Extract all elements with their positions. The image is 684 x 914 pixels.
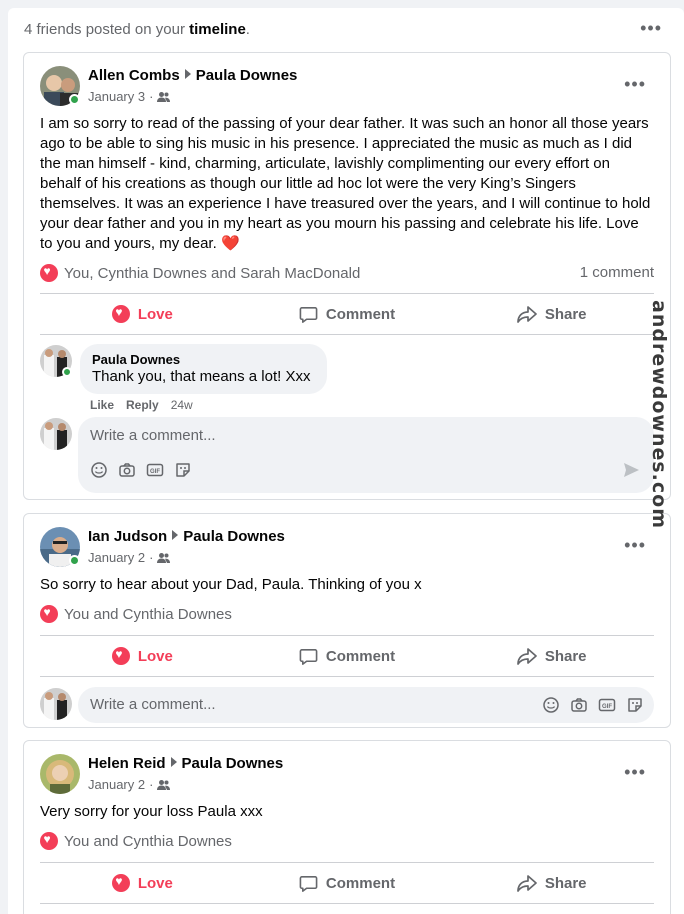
divider: [40, 862, 654, 863]
online-status-icon: [69, 94, 80, 105]
send-icon[interactable]: [622, 461, 640, 479]
comment-reply-link[interactable]: Reply: [126, 398, 159, 412]
svg-text:GIF: GIF: [150, 469, 160, 475]
reaction-summary[interactable]: You, Cynthia Downes and Sarah MacDonald: [40, 264, 360, 282]
comment-author[interactable]: Paula Downes: [92, 352, 315, 367]
post-card: Ian Judson Paula Downes January 2 · ••• So…: [23, 513, 671, 728]
summary-more-icon[interactable]: •••: [640, 18, 662, 39]
love-reaction-icon: [40, 832, 58, 850]
post-date[interactable]: January 2: [88, 550, 145, 565]
my-avatar[interactable]: [40, 688, 72, 720]
friends-icon: [157, 92, 171, 102]
post-text: So sorry to hear about your Dad, Paula. …: [40, 576, 422, 593]
post-more-icon[interactable]: •••: [624, 535, 646, 556]
gif-icon[interactable]: GIF: [598, 696, 616, 714]
comment-input[interactable]: Write a comment...: [90, 696, 216, 713]
share-button[interactable]: Share: [449, 296, 654, 332]
svg-text:GIF: GIF: [602, 704, 612, 710]
love-reaction-icon: [40, 605, 58, 623]
camera-icon[interactable]: [118, 461, 136, 479]
share-icon: [516, 875, 537, 892]
gif-icon[interactable]: GIF: [146, 461, 164, 479]
target-name[interactable]: Paula Downes: [182, 755, 284, 772]
comment-time[interactable]: 24w: [171, 398, 193, 412]
friends-icon: [157, 780, 171, 790]
comment-meta: Like Reply 24w: [90, 398, 205, 412]
target-name[interactable]: Paula Downes: [196, 67, 298, 84]
my-avatar[interactable]: [40, 418, 72, 450]
share-icon: [516, 648, 537, 665]
love-button[interactable]: Love: [40, 638, 245, 674]
reaction-summary[interactable]: You and Cynthia Downes: [40, 832, 232, 850]
author-name[interactable]: Allen Combs: [88, 67, 180, 84]
avatar[interactable]: [40, 754, 80, 794]
post-header: Helen Reid Paula Downes: [88, 755, 283, 772]
comment-count[interactable]: 1 comment: [580, 264, 654, 281]
camera-icon[interactable]: [570, 696, 588, 714]
comment-button[interactable]: Comment: [245, 638, 450, 674]
red-heart-emoji: ❤️: [220, 235, 240, 252]
arrow-right-icon: [172, 530, 179, 540]
timeline-summary: 4 friends posted on your timeline.: [24, 21, 250, 38]
love-button[interactable]: Love: [40, 296, 245, 332]
share-button[interactable]: Share: [449, 638, 654, 674]
sticker-icon[interactable]: [174, 461, 192, 479]
sticker-icon[interactable]: [626, 696, 644, 714]
post-more-icon[interactable]: •••: [624, 762, 646, 783]
timeline-summary-card: 4 friends posted on your timeline. ••• A…: [8, 8, 684, 914]
comment-text: Thank you, that means a lot! Xxx: [92, 368, 311, 385]
friends-icon: [157, 553, 171, 563]
author-name[interactable]: Ian Judson: [88, 528, 167, 545]
post-card: Allen Combs Paula Downes January 3 · ••• I…: [23, 52, 671, 500]
divider: [40, 635, 654, 636]
divider: [40, 903, 654, 904]
share-button[interactable]: Share: [449, 865, 654, 901]
post-card: Helen Reid Paula Downes January 2 · ••• Ve…: [23, 740, 671, 914]
timeline-link[interactable]: timeline: [189, 21, 246, 38]
comment-icon: [299, 875, 318, 892]
action-bar: Love Comment Share: [40, 638, 654, 674]
target-name[interactable]: Paula Downes: [183, 528, 285, 545]
post-header: Ian Judson Paula Downes: [88, 528, 285, 545]
comment-input[interactable]: Write a comment...: [90, 427, 216, 444]
love-icon: [111, 874, 130, 892]
love-icon: [111, 305, 130, 323]
action-bar: Love Comment Share: [40, 296, 654, 332]
comment-button[interactable]: Comment: [245, 296, 450, 332]
comment-icon: [299, 648, 318, 665]
comment-button[interactable]: Comment: [245, 865, 450, 901]
comment-composer[interactable]: Write a comment... GIF: [78, 417, 654, 493]
divider: [40, 293, 654, 294]
watermark: andrewdownes.com: [648, 300, 670, 530]
post-meta: January 2 ·: [88, 550, 171, 565]
action-bar: Love Comment Share: [40, 865, 654, 901]
arrow-right-icon: [170, 757, 177, 767]
post-more-icon[interactable]: •••: [624, 74, 646, 95]
post-meta: January 3 ·: [88, 89, 171, 104]
post-text: I am so sorry to read of the passing of …: [40, 115, 651, 252]
post-meta: January 2 ·: [88, 777, 171, 792]
love-reaction-icon: [40, 264, 58, 282]
divider: [40, 334, 654, 335]
love-button[interactable]: Love: [40, 865, 245, 901]
online-status-icon: [69, 555, 80, 566]
post-header: Allen Combs Paula Downes: [88, 67, 297, 84]
comment-icon: [299, 306, 318, 323]
online-status-icon: [62, 367, 72, 377]
post-text: Very sorry for your loss Paula xxx: [40, 803, 263, 820]
arrow-right-icon: [184, 69, 191, 79]
comment-like-link[interactable]: Like: [90, 398, 114, 412]
emoji-icon[interactable]: [542, 696, 560, 714]
comment-bubble: Paula Downes Thank you, that means a lot…: [80, 344, 327, 394]
love-icon: [111, 647, 130, 665]
comment-composer[interactable]: Write a comment... GIF: [78, 687, 654, 723]
divider: [40, 676, 654, 677]
post-date[interactable]: January 3: [88, 89, 145, 104]
share-icon: [516, 306, 537, 323]
emoji-icon[interactable]: [90, 461, 108, 479]
post-date[interactable]: January 2: [88, 777, 145, 792]
author-name[interactable]: Helen Reid: [88, 755, 166, 772]
reaction-summary[interactable]: You and Cynthia Downes: [40, 605, 232, 623]
